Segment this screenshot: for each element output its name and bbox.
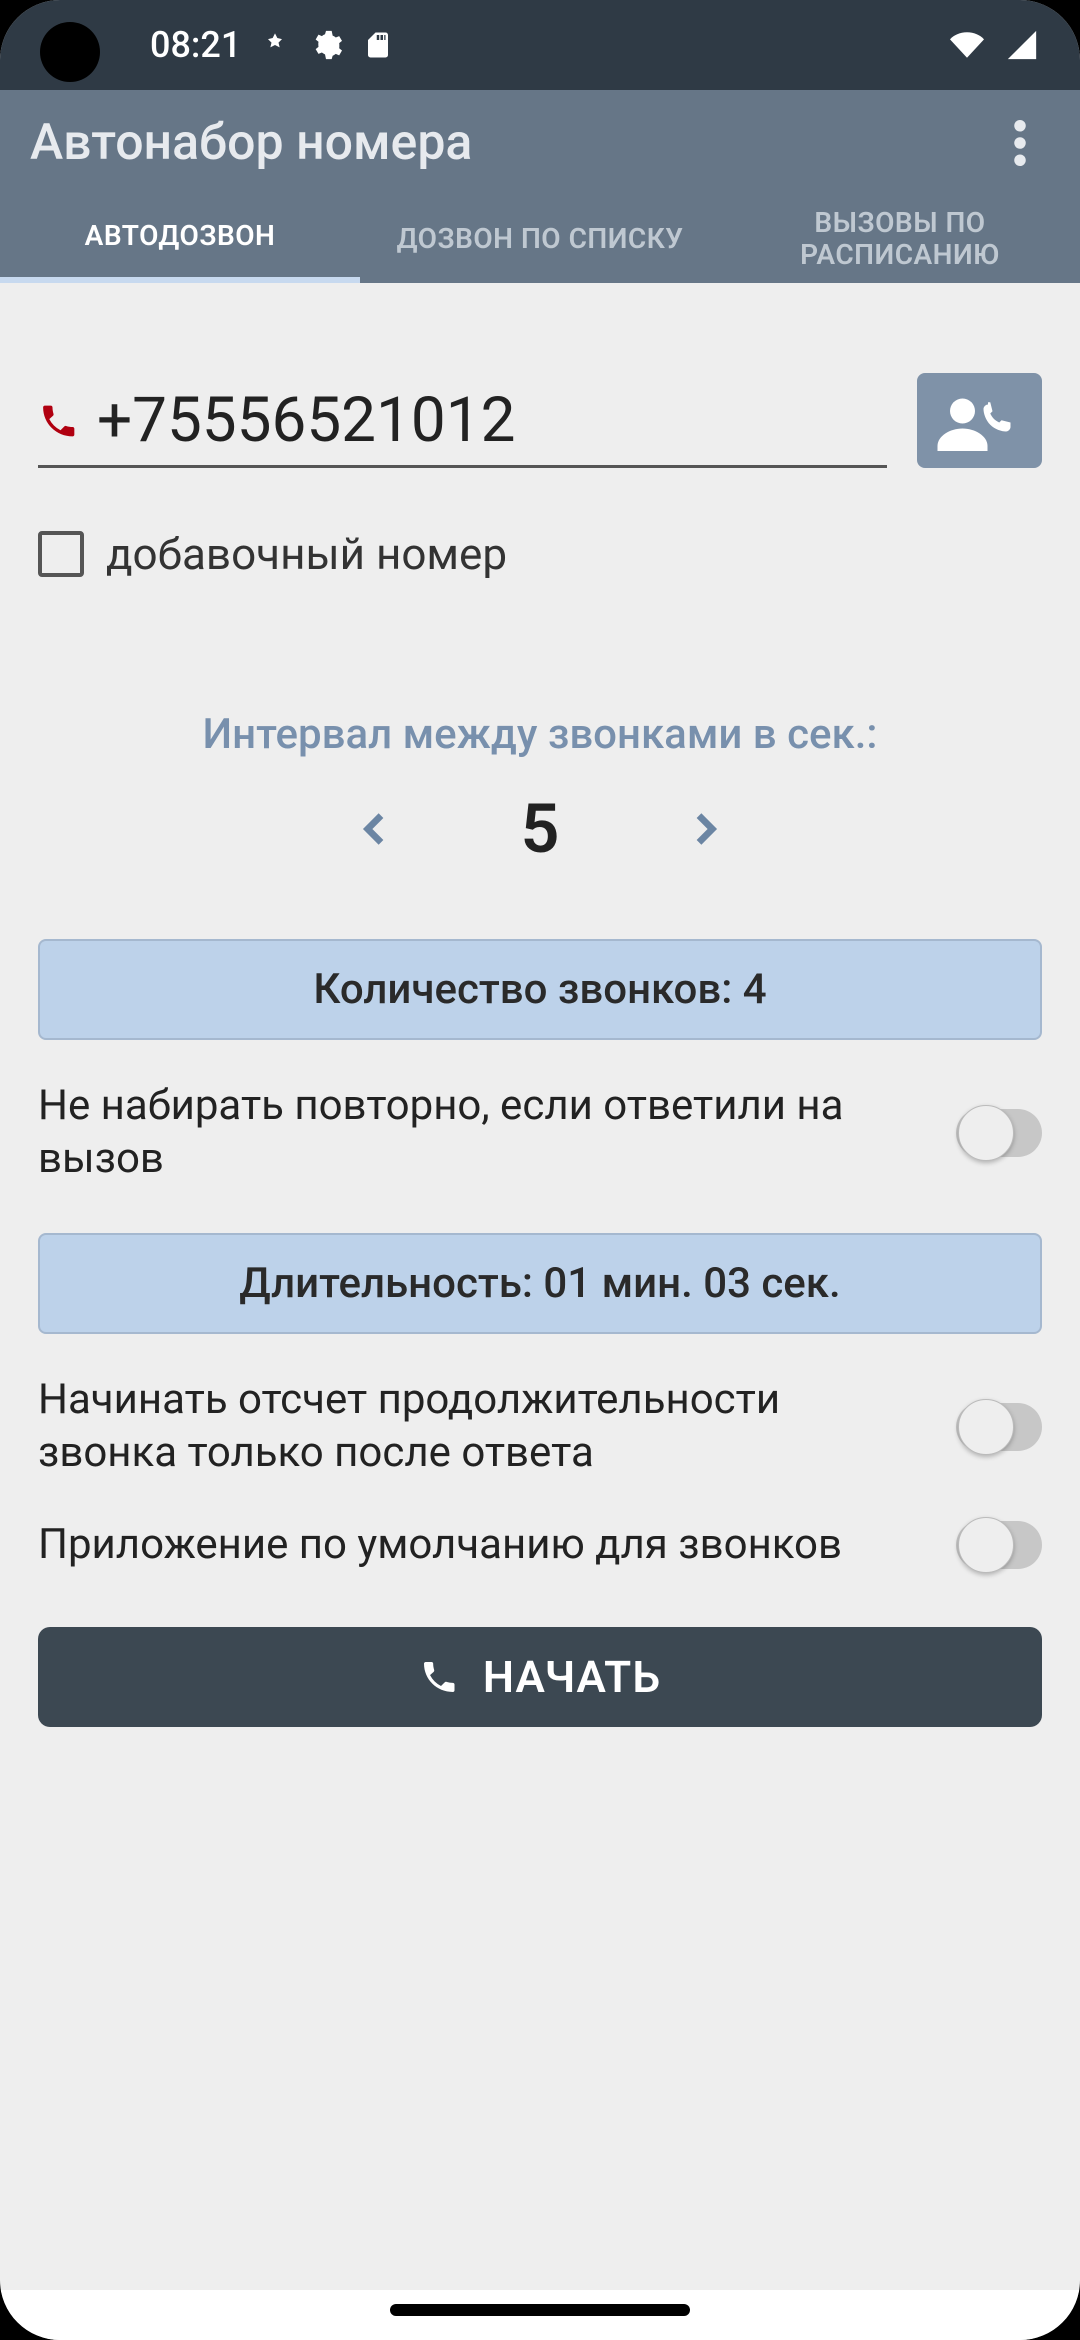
interval-stepper: 5 (38, 789, 1042, 869)
device-frame: 08:21 Автонабор номера АВТОДОЗВОН ДОЗВОН… (0, 0, 1080, 2340)
home-indicator[interactable] (390, 2304, 690, 2316)
chevron-right-icon (684, 804, 724, 854)
status-left: 08:21 (150, 24, 393, 66)
chevron-left-icon (356, 804, 396, 854)
setting-start-after-answer: Начинать отсчет продолжительности звонка… (38, 1374, 1042, 1479)
tab-scheduled[interactable]: ВЫЗОВЫ ПО РАСПИСАНИЮ (720, 195, 1080, 283)
extension-row[interactable]: добавочный номер (38, 528, 1042, 580)
phone-icon (38, 399, 79, 443)
extension-label: добавочный номер (106, 528, 507, 580)
tab-dial-list[interactable]: ДОЗВОН ПО СПИСКУ (360, 195, 720, 283)
wifi-icon (946, 28, 988, 62)
tab-label: АВТОДОЗВОН (85, 220, 276, 252)
status-time: 08:21 (150, 24, 241, 66)
setting-label: Не набирать повторно, если ответили на в… (38, 1080, 926, 1185)
phone-input-wrap (38, 374, 887, 468)
interval-label: Интервал между звонками в сек.: (38, 710, 1042, 759)
content: добавочный номер Интервал между звонками… (0, 373, 1080, 1727)
interval-decrement-button[interactable] (351, 804, 401, 854)
status-bar: 08:21 (0, 0, 1080, 90)
status-right (946, 28, 1040, 62)
setting-no-redial: Не набирать повторно, если ответили на в… (38, 1080, 1042, 1185)
default-app-toggle[interactable] (956, 1521, 1042, 1569)
location-icon (261, 31, 289, 59)
gear-icon (309, 28, 343, 62)
page-title: Автонабор номера (30, 114, 472, 172)
app-bar: Автонабор номера (0, 90, 1080, 195)
toggle-knob (958, 1517, 1014, 1573)
start-button[interactable]: НАЧАТЬ (38, 1627, 1042, 1727)
setting-label: Начинать отсчет продолжительности звонка… (38, 1374, 926, 1479)
camera-hole (40, 22, 100, 82)
no-redial-toggle[interactable] (956, 1109, 1042, 1157)
phone-input[interactable] (97, 384, 887, 457)
duration-chip[interactable]: Длительность: 01 мин. 03 сек. (38, 1233, 1042, 1334)
contact-phone-icon (935, 386, 1025, 456)
start-button-label: НАЧАТЬ (483, 1651, 661, 1703)
duration-text: Длительность: 01 мин. 03 сек. (239, 1259, 840, 1308)
calls-count-text: Количество звонков: 4 (313, 965, 766, 1014)
calls-count-chip[interactable]: Количество звонков: 4 (38, 939, 1042, 1040)
phone-row (38, 373, 1042, 468)
interval-value: 5 (521, 789, 560, 869)
more-vert-icon (1014, 120, 1026, 166)
start-after-answer-toggle[interactable] (956, 1403, 1042, 1451)
setting-label: Приложение по умолчанию для звонков (38, 1519, 926, 1572)
toggle-knob (958, 1399, 1014, 1455)
phone-icon (419, 1657, 459, 1697)
overflow-menu-button[interactable] (990, 113, 1050, 173)
extension-checkbox[interactable] (38, 531, 84, 577)
setting-default-app: Приложение по умолчанию для звонков (38, 1519, 1042, 1572)
cellular-icon (1004, 28, 1040, 62)
tab-label: ДОЗВОН ПО СПИСКУ (397, 223, 684, 255)
interval-increment-button[interactable] (679, 804, 729, 854)
pick-contact-button[interactable] (917, 373, 1042, 468)
sd-card-icon (363, 28, 393, 62)
tab-label: ВЫЗОВЫ ПО РАСПИСАНИЮ (730, 207, 1070, 271)
toggle-knob (958, 1105, 1014, 1161)
tab-autodial[interactable]: АВТОДОЗВОН (0, 195, 360, 283)
tab-bar: АВТОДОЗВОН ДОЗВОН ПО СПИСКУ ВЫЗОВЫ ПО РА… (0, 195, 1080, 283)
